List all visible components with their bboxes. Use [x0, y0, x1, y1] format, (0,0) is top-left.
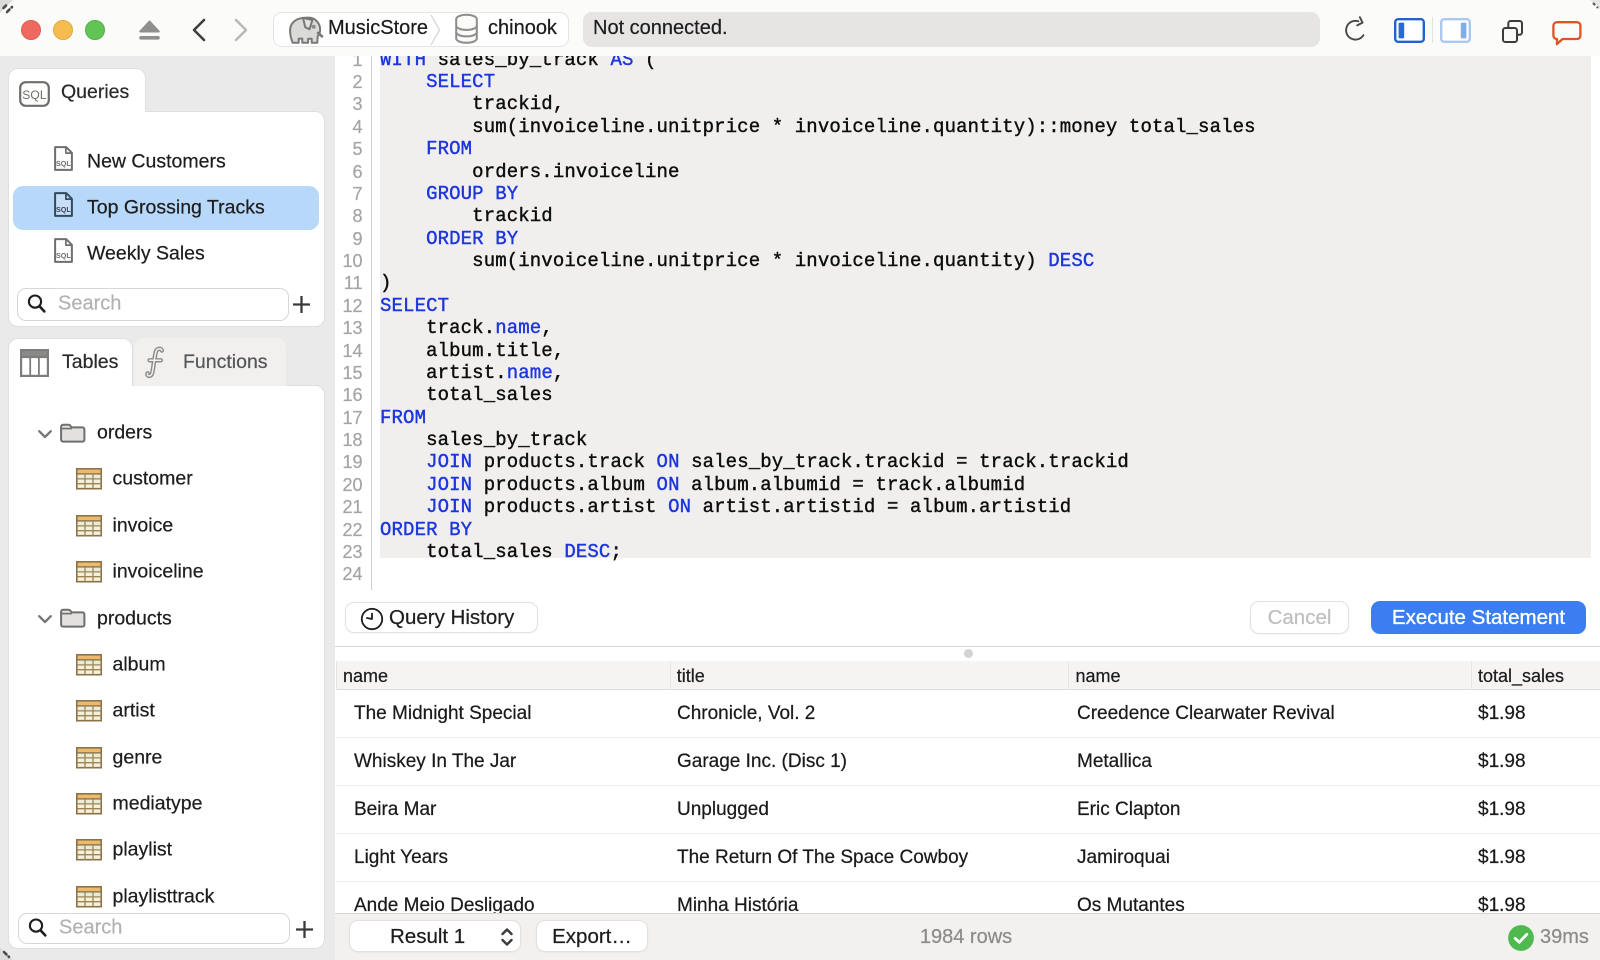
svg-text:SQL: SQL	[56, 205, 71, 214]
svg-text:SQL: SQL	[56, 251, 71, 260]
svg-text:SQL: SQL	[56, 159, 71, 168]
svg-text:SQL: SQL	[22, 88, 47, 102]
